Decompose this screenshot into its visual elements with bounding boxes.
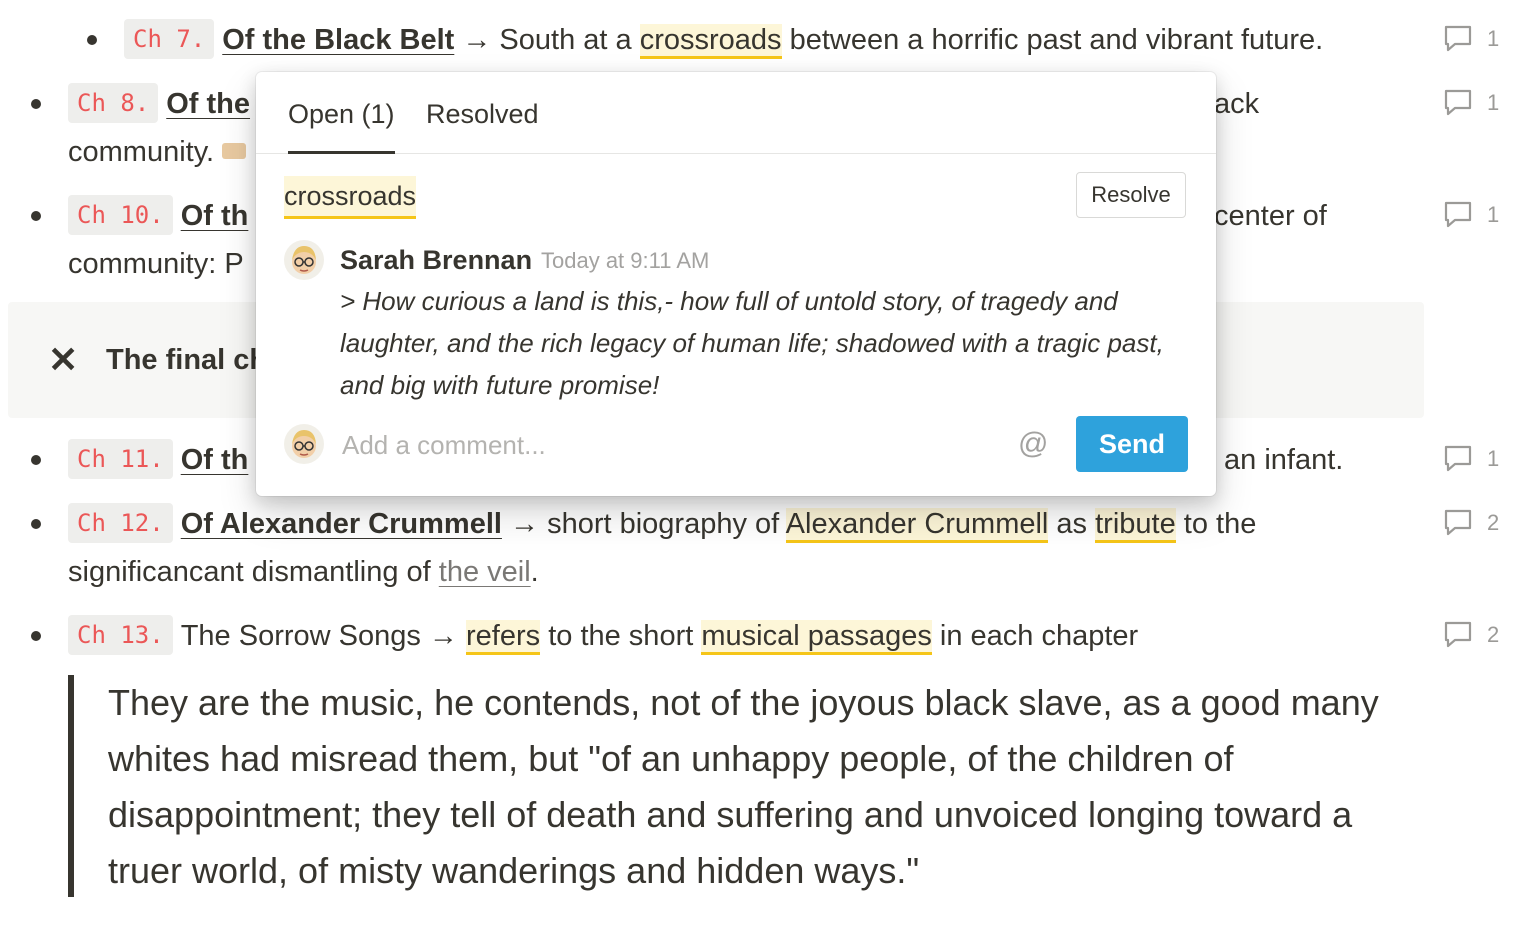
highlighted-text[interactable]: crossroads: [639, 24, 782, 59]
item-text: significancant dismantling of: [68, 556, 439, 588]
list-item: Ch 13. The Sorrow Songs → refers to the s…: [68, 612, 1138, 660]
highlighted-text[interactable]: musical passages: [701, 620, 932, 655]
bullet: [31, 631, 41, 641]
chapter-code: Ch 11.: [68, 439, 173, 479]
chapter-code: Ch 7.: [124, 19, 215, 59]
item-text-line2: community.: [68, 128, 247, 176]
chapter-code: Ch 12.: [68, 503, 173, 543]
item-text-tail: an infant.: [1224, 444, 1344, 476]
tag-icon: [222, 143, 247, 159]
comment-count-button[interactable]: 1: [1443, 24, 1507, 54]
comment-count: 2: [1487, 510, 1500, 535]
comment-count: 1: [1487, 446, 1500, 471]
comment-count: 1: [1487, 26, 1500, 51]
comment-count-button[interactable]: 2: [1443, 508, 1507, 538]
chapter-link[interactable]: Of th: [181, 444, 249, 476]
comment-count-button[interactable]: 1: [1443, 88, 1507, 118]
comment-count-button[interactable]: 2: [1443, 620, 1507, 650]
item-text: The Sorrow Songs →: [180, 620, 466, 652]
bullet: [31, 211, 41, 221]
item-text: to the short: [540, 620, 702, 652]
page-link[interactable]: the veil: [439, 556, 531, 588]
avatar: [284, 240, 324, 280]
comment-count: 1: [1487, 202, 1500, 227]
chapter-link[interactable]: Of the Black Belt: [222, 24, 454, 56]
item-text-line2: community: P: [68, 248, 244, 280]
mention-icon[interactable]: @: [1018, 424, 1048, 464]
resolve-button[interactable]: Resolve: [1076, 172, 1186, 218]
item-text: as: [1048, 508, 1096, 540]
comment-body: > How curious a land is this,- how full …: [340, 286, 1164, 400]
comment-input[interactable]: [340, 422, 984, 468]
item-text-line2: significancant dismantling of the veil.: [68, 548, 539, 596]
comment-icon: [1444, 25, 1472, 52]
list-item: Ch 7. Of the Black Belt → South at a cros…: [124, 16, 1323, 64]
close-icon: ✕: [48, 339, 79, 380]
comment-icon: [1444, 509, 1472, 536]
comment-tabs: Open (1) Resolved: [256, 72, 1216, 154]
comment-count-button[interactable]: 1: [1443, 444, 1507, 474]
bullet: [31, 519, 41, 529]
item-text-tail: ack: [1214, 88, 1260, 120]
comment-icon: [1444, 201, 1472, 228]
list-item: Ch 12. Of Alexander Crummell → short biog…: [68, 500, 1256, 548]
tab-open[interactable]: Open (1): [288, 94, 395, 154]
chapter-link[interactable]: Of the: [166, 88, 250, 120]
avatar-memoji-icon: [292, 246, 316, 274]
list-item: Ch 8. Of the: [68, 80, 250, 128]
comment-popover: Open (1) Resolved crossroads Resolve Sar…: [256, 72, 1216, 496]
comment-count: 1: [1487, 90, 1500, 115]
highlighted-text[interactable]: tribute: [1095, 508, 1176, 543]
comment-icon: [1444, 445, 1472, 472]
comment-icon: [1444, 621, 1472, 648]
chapter-code: Ch 8.: [68, 83, 159, 123]
chapter-link[interactable]: Of Alexander Crummell: [181, 508, 502, 540]
bullet: [87, 35, 97, 45]
item-text: between a horrific past and vibrant futu…: [781, 24, 1324, 56]
list-item: Ch 10. Of th: [68, 192, 248, 240]
list-item: Ch 11. Of th: [68, 436, 248, 484]
avatar: [284, 424, 324, 464]
quote-text: They are the music, he contends, not of …: [108, 682, 1379, 891]
tab-resolved[interactable]: Resolved: [426, 94, 539, 134]
chapter-link[interactable]: Of th: [181, 200, 249, 232]
commented-text-anchor: crossroads: [284, 176, 417, 219]
comment-author: Sarah Brennan: [340, 245, 533, 275]
chapter-code: Ch 10.: [68, 195, 173, 235]
bullet: [31, 99, 41, 109]
item-text: → South at a: [454, 24, 640, 56]
comment-count-button[interactable]: 1: [1443, 200, 1507, 230]
item-text: to the: [1175, 508, 1257, 540]
callout-text: The final ch: [106, 344, 268, 376]
bullet: [31, 455, 41, 465]
chapter-code: Ch 13.: [68, 615, 173, 655]
item-text: in each chapter: [931, 620, 1139, 652]
highlighted-text[interactable]: Alexander Crummell: [785, 508, 1049, 543]
item-text: community.: [68, 136, 215, 168]
avatar-memoji-icon: [292, 430, 316, 458]
item-text: .: [530, 556, 539, 588]
comment-timestamp: Today at 9:11 AM: [541, 248, 710, 273]
highlighted-text[interactable]: refers: [466, 620, 541, 655]
send-button[interactable]: Send: [1076, 416, 1188, 472]
quote-block: They are the music, he contends, not of …: [68, 675, 1414, 897]
comment-icon: [1444, 89, 1472, 116]
item-text-tail: center of: [1214, 200, 1327, 232]
item-text: → short biography of: [501, 508, 786, 540]
comment-count: 2: [1487, 622, 1500, 647]
